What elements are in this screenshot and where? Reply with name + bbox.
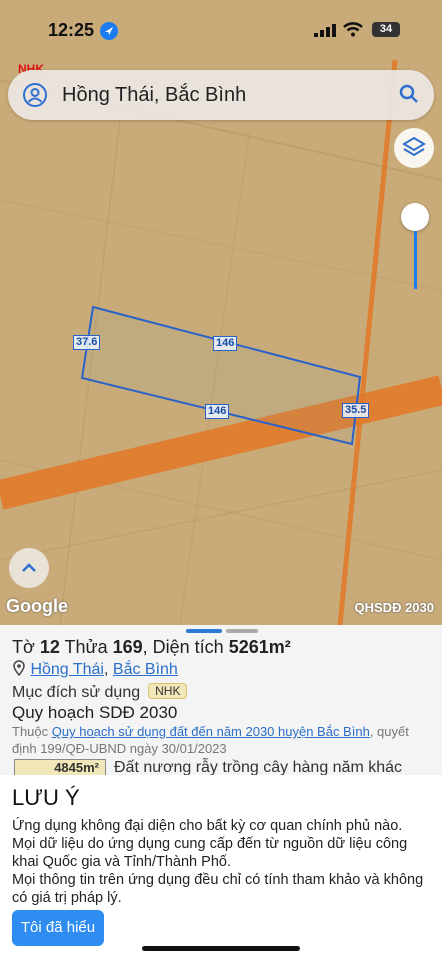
dialog-body: Ứng dụng không đại diện cho bất kỳ cơ qu… — [12, 817, 432, 907]
page-indicator-active — [186, 629, 222, 633]
location-arrow-icon — [100, 22, 118, 40]
user-icon[interactable] — [22, 82, 48, 108]
disclaimer-dialog: LƯU Ý Ứng dụng không đại diện cho bất kỳ… — [0, 775, 442, 960]
dialog-title: LƯU Ý — [12, 785, 80, 810]
cellular-signal-icon — [314, 24, 336, 37]
disclaimer-line-1: Ứng dụng không đại diện cho bất kỳ cơ qu… — [12, 818, 403, 834]
land-use-purpose: Mục đích sử dụng NHK — [12, 683, 188, 702]
disclaimer-line-3: Mọi thông tin trên ứng dụng đều chỉ có t… — [12, 872, 424, 906]
parcel-title: Tờ 12 Thửa 169, Diện tích 5261m² — [12, 637, 291, 657]
search-icon[interactable] — [398, 83, 420, 105]
acknowledge-button[interactable]: Tôi đã hiểu — [12, 910, 104, 946]
status-bar: 12:25 34 — [0, 0, 442, 56]
disclaimer-line-2: Mọi dữ liệu do ứng dụng cung cấp đến từ … — [12, 836, 408, 870]
plan-document-link[interactable]: Quy hoạch sử dụng đất đến năm 2030 huyện… — [52, 724, 370, 739]
edge-length-top: 146 — [213, 336, 238, 351]
layers-icon — [402, 136, 426, 157]
commune-link[interactable]: Hồng Thái — [30, 661, 104, 678]
location-pin-icon — [13, 660, 25, 677]
parcel-info-sheet[interactable]: Tờ 12 Thửa 169, Diện tích 5261m² Hồng Th… — [0, 625, 442, 776]
district-link[interactable]: Bắc Bình — [113, 661, 178, 678]
plan-source: Thuộc Quy hoạch sử dụng đất đến năm 2030… — [12, 724, 409, 756]
google-logo: Google — [6, 596, 68, 616]
layers-button[interactable] — [394, 128, 434, 168]
edge-length-bottom: 146 — [205, 404, 230, 419]
page-indicator-inactive — [226, 629, 258, 633]
expand-sheet-button[interactable] — [9, 548, 49, 588]
wifi-icon — [343, 22, 363, 37]
map-view[interactable]: 12:25 34 NHK Hồng Thái, Bắc Bình 37.6 14… — [0, 0, 442, 625]
search-bar[interactable]: Hồng Thái, Bắc Bình — [8, 70, 434, 120]
area-value: 4845m² — [14, 759, 106, 776]
layer-name: QHSDĐ 2030 — [354, 600, 434, 615]
parcel-location: Hồng Thái, Bắc Bình — [12, 660, 178, 679]
clock: 12:25 — [48, 20, 95, 40]
home-indicator[interactable] — [142, 946, 300, 951]
plan-heading: Quy hoạch SDĐ 2030 — [12, 703, 178, 722]
opacity-slider-track[interactable] — [414, 231, 417, 289]
battery-indicator: 34 — [372, 22, 400, 37]
search-query[interactable]: Hồng Thái, Bắc Bình — [62, 84, 246, 107]
chevron-up-icon — [22, 563, 36, 572]
edge-length-left: 37.6 — [73, 335, 101, 350]
opacity-slider-handle[interactable] — [401, 203, 429, 231]
land-use-code-badge: NHK — [148, 683, 188, 699]
land-use-description: Đất nương rẫy trồng cây hàng năm khác — [114, 759, 403, 776]
edge-length-right: 35.5 — [342, 403, 370, 418]
